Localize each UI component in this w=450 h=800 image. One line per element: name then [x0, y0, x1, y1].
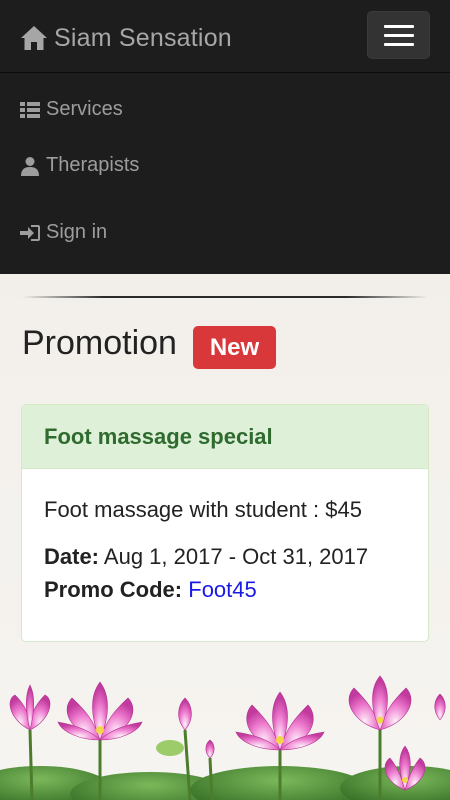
brand-name: Siam Sensation — [54, 23, 232, 52]
brand-link[interactable]: Siam Sensation — [20, 20, 232, 56]
promotion-date: Date: Aug 1, 2017 - Oct 31, 2017 — [44, 540, 406, 573]
nav-item-sign-in[interactable]: Sign in — [20, 221, 107, 244]
nav-item-label: Therapists — [46, 154, 140, 176]
nav-item-services[interactable]: Services — [20, 98, 123, 121]
new-badge: New — [193, 326, 276, 369]
promotion-panel: Foot massage special Foot massage with s… — [21, 404, 429, 642]
navbar: Siam Sensation Services Therapists Sign … — [0, 0, 450, 274]
promo-code-label: Promo Code: — [44, 577, 183, 602]
list-icon — [20, 101, 40, 118]
nav-item-label: Sign in — [46, 221, 108, 243]
promotion-description: Foot massage with student : $45 — [44, 497, 362, 522]
hamburger-menu-button[interactable] — [367, 11, 430, 59]
panel-heading: Foot massage special — [22, 405, 428, 469]
date-value: Aug 1, 2017 - Oct 31, 2017 — [103, 544, 369, 569]
promotion-code: Promo Code: Foot45 — [44, 573, 406, 606]
sign-in-icon — [20, 224, 40, 241]
nav-item-label: Services — [46, 98, 123, 120]
date-label: Date: — [44, 544, 100, 569]
promo-code-link[interactable]: Foot45 — [188, 577, 257, 602]
user-icon — [21, 156, 39, 176]
navbar-divider — [0, 72, 450, 73]
home-icon — [21, 26, 47, 50]
hamburger-menu-icon — [383, 24, 414, 28]
panel-body: Foot massage with student : $45 Date: Au… — [22, 469, 428, 630]
section-divider — [22, 296, 428, 298]
page-title: Promotion — [22, 324, 177, 362]
nav-item-therapists[interactable]: Therapists — [20, 154, 139, 177]
lotus-flowers-image — [0, 675, 450, 800]
